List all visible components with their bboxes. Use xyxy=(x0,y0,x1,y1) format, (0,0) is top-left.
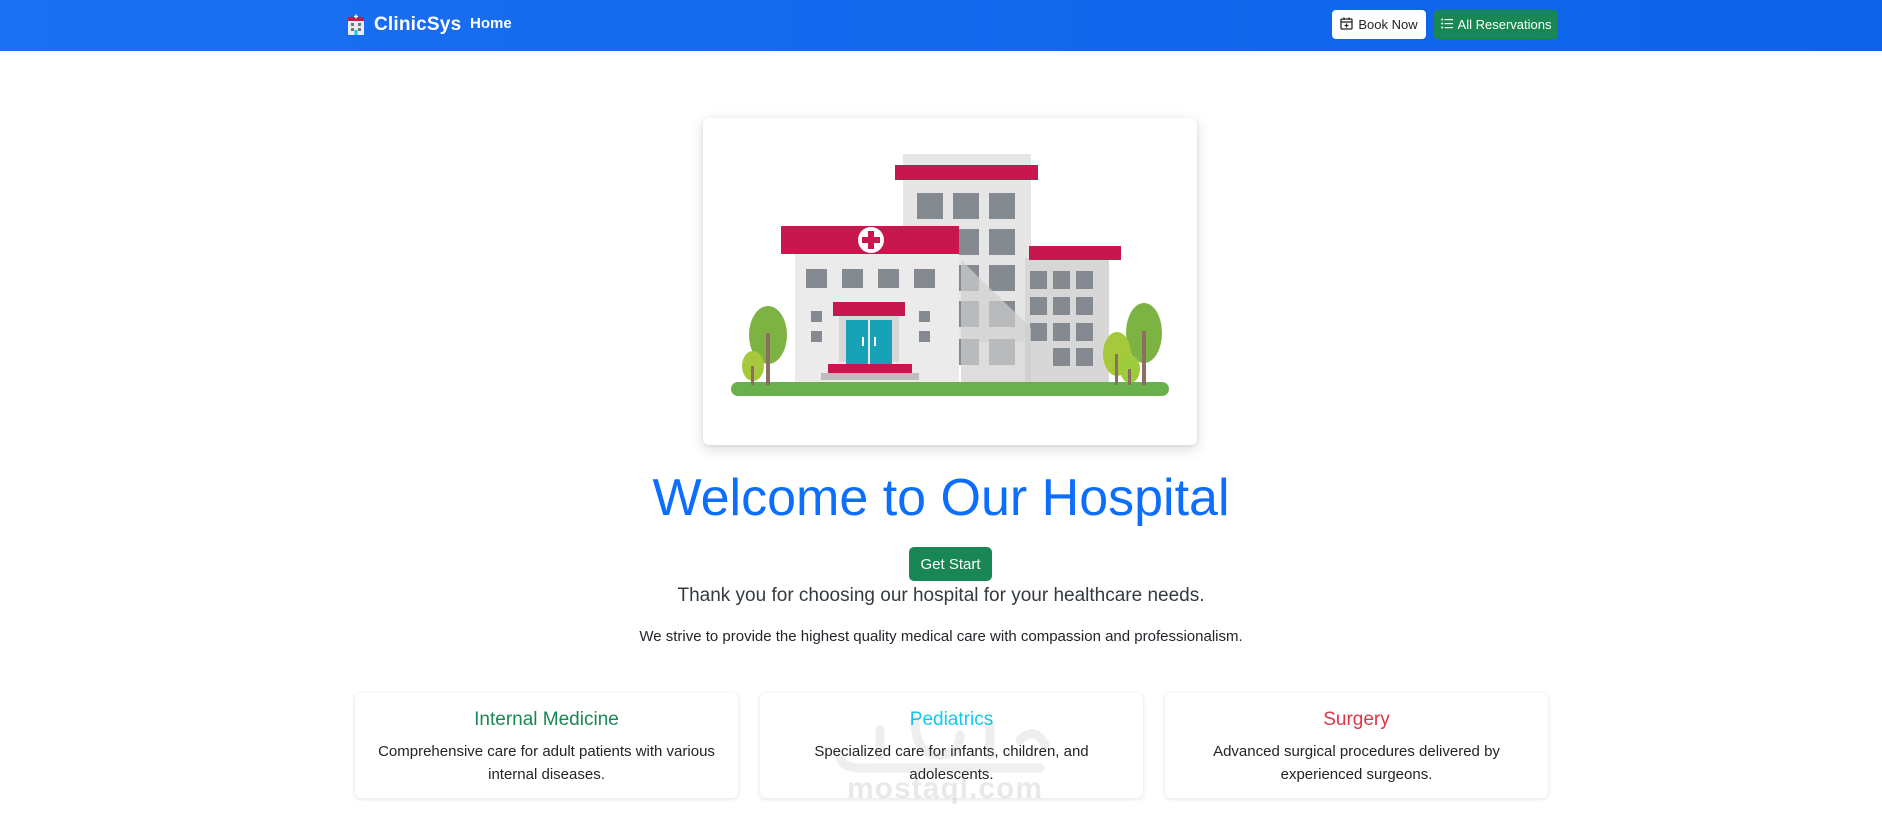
get-start-button[interactable]: Get Start xyxy=(909,547,992,581)
calendar-plus-icon xyxy=(1340,17,1354,33)
service-description: Advanced surgical procedures delivered b… xyxy=(1213,743,1500,783)
navbar: ClinicSys Home Book Now All Reservations xyxy=(0,0,1882,51)
all-reservations-label: All Reservations xyxy=(1457,17,1552,32)
list-icon xyxy=(1440,17,1453,32)
book-now-label: Book Now xyxy=(1358,17,1418,32)
book-now-button[interactable]: Book Now xyxy=(1332,10,1426,39)
hospital-building-icon xyxy=(346,14,366,36)
hospital-illustration xyxy=(703,118,1197,445)
all-reservations-button[interactable]: All Reservations xyxy=(1434,10,1558,39)
service-title: Surgery xyxy=(1323,709,1390,730)
service-description: Specialized care for infants, children, … xyxy=(814,743,1089,783)
subtitle-text: We strive to provide the highest quality… xyxy=(639,628,1243,645)
service-card-pediatrics: Pediatrics Specialized care for infants,… xyxy=(760,693,1143,798)
page-title: Welcome to Our Hospital xyxy=(652,469,1230,527)
service-description: Comprehensive care for adult patients wi… xyxy=(378,743,715,783)
service-card-surgery: Surgery Advanced surgical procedures del… xyxy=(1165,693,1548,798)
service-title: Internal Medicine xyxy=(474,709,619,730)
nav-home-link[interactable]: Home xyxy=(470,15,512,32)
lead-text: Thank you for choosing our hospital for … xyxy=(677,585,1205,606)
service-card-internal-medicine: Internal Medicine Comprehensive care for… xyxy=(355,693,738,798)
brand-name: ClinicSys xyxy=(374,14,462,35)
service-title: Pediatrics xyxy=(909,709,994,730)
brand-link[interactable]: ClinicSys xyxy=(346,12,461,38)
